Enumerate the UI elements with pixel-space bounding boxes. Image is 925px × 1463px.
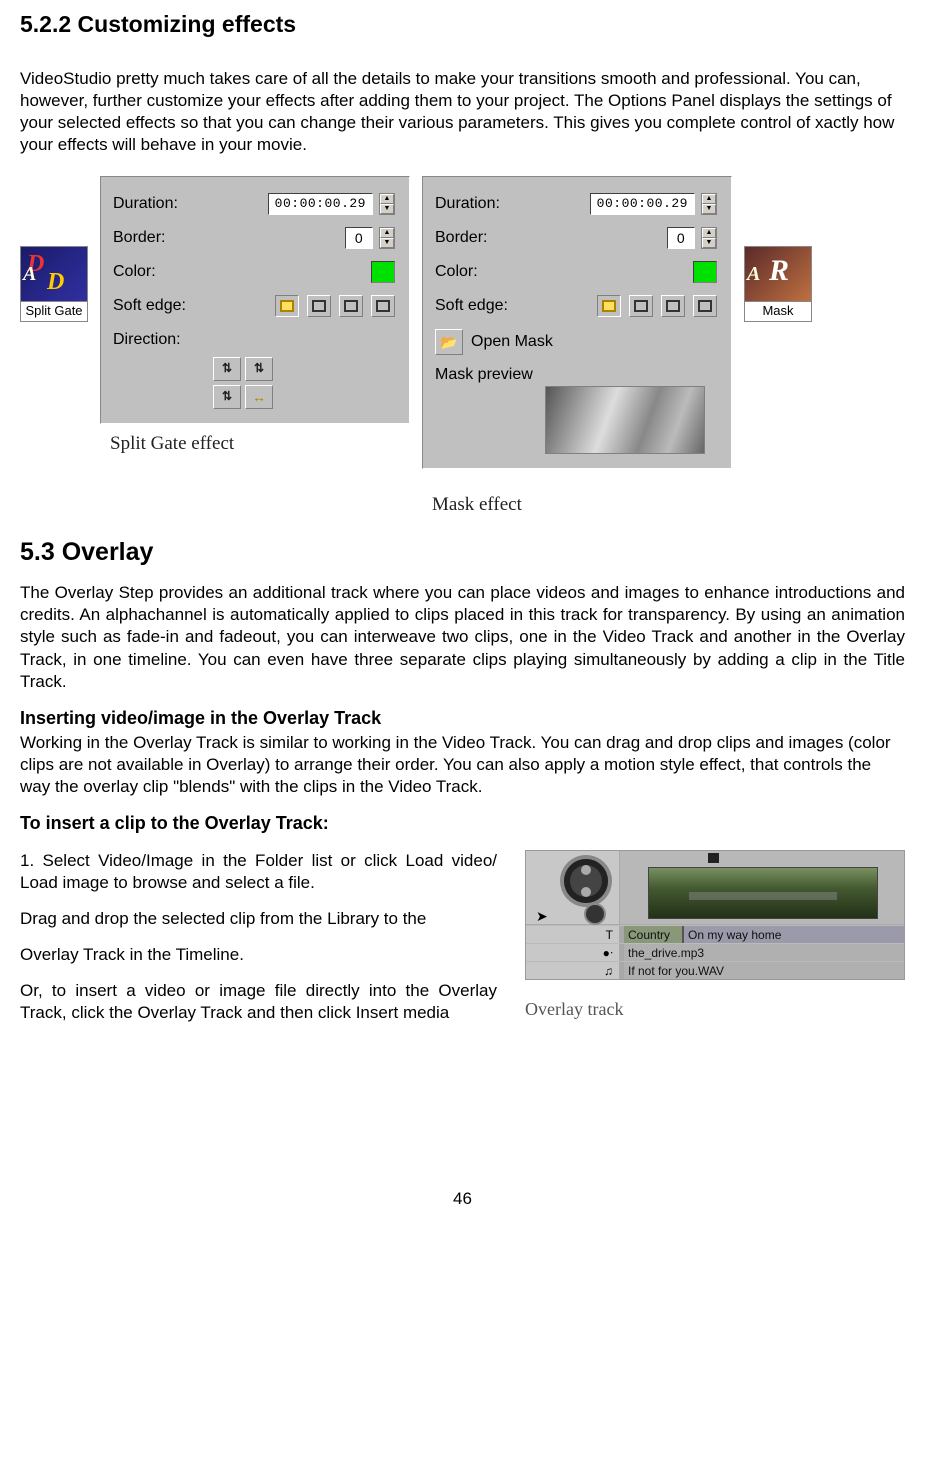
audio-track-row[interactable]: ●ᐧ the_drive.mp3 <box>526 943 904 961</box>
title-clip-b[interactable]: On my way home <box>684 926 904 943</box>
spinner-down-icon[interactable]: ▼ <box>380 204 394 214</box>
audio-track-icon: ●ᐧ <box>526 944 620 961</box>
duration-spinner[interactable]: ▲ ▼ <box>379 193 395 215</box>
color-swatch[interactable] <box>371 261 395 283</box>
film-reel-small-icon <box>586 905 604 923</box>
softedge-option-4[interactable] <box>693 295 717 317</box>
spinner-down-icon[interactable]: ▼ <box>702 238 716 248</box>
split-gate-caption: Split Gate effect <box>100 432 410 457</box>
duration-field[interactable]: 00:00:00.29 <box>268 193 373 215</box>
duration-label: Duration: <box>435 194 527 215</box>
title-track-icon: T <box>526 926 620 943</box>
title-clip-a[interactable]: Country <box>624 926 684 943</box>
duration-spinner[interactable]: ▲ ▼ <box>701 193 717 215</box>
music-clip[interactable]: If not for you.WAV <box>624 962 904 979</box>
softedge-option-1[interactable] <box>597 295 621 317</box>
border-label: Border: <box>435 228 527 249</box>
film-reel-icon <box>564 859 608 903</box>
para-5-3: The Overlay Step provides an additional … <box>20 582 905 692</box>
page-number: 46 <box>20 1188 905 1210</box>
direction-grid <box>213 357 395 409</box>
softedge-option-2[interactable] <box>307 295 331 317</box>
color-label: Color: <box>435 262 527 283</box>
sub-to-insert: To insert a clip to the Overlay Track: <box>20 812 905 835</box>
step-4: Or, to insert a video or image file dire… <box>20 980 497 1024</box>
color-label: Color: <box>113 262 205 283</box>
direction-label: Direction: <box>113 330 205 351</box>
open-mask-button[interactable]: 📂 <box>435 329 463 355</box>
music-track-icon: ♫ <box>526 962 620 979</box>
para-intro: VideoStudio pretty much takes care of al… <box>20 68 905 156</box>
softedge-option-2[interactable] <box>629 295 653 317</box>
border-spinner[interactable]: ▲ ▼ <box>379 227 395 249</box>
border-field[interactable]: 0 <box>345 227 373 249</box>
thumb-split-gate[interactable]: D D A Split Gate <box>20 246 88 322</box>
overlay-timeline: ➤ T Country On my way home <box>525 850 905 980</box>
step-2: Drag and drop the selected clip from the… <box>20 908 497 930</box>
thumb-split-gate-label: Split Gate <box>20 302 88 322</box>
softedge-option-4[interactable] <box>371 295 395 317</box>
direction-button-1[interactable] <box>213 357 241 381</box>
border-label: Border: <box>113 228 205 249</box>
step-3: Overlay Track in the Timeline. <box>20 944 497 966</box>
thumb-mask-label: Mask <box>744 302 812 322</box>
direction-button-4[interactable] <box>245 385 273 409</box>
audio-clip[interactable]: the_drive.mp3 <box>624 944 904 961</box>
mask-caption: Mask effect <box>422 493 732 518</box>
spinner-up-icon[interactable]: ▲ <box>702 228 716 238</box>
spinner-up-icon[interactable]: ▲ <box>380 194 394 204</box>
border-spinner[interactable]: ▲ ▼ <box>701 227 717 249</box>
spinner-down-icon[interactable]: ▼ <box>380 238 394 248</box>
split-gate-panel: Duration: 00:00:00.29 ▲ ▼ Border: 0 <box>100 176 410 424</box>
softedge-label: Soft edge: <box>113 296 205 317</box>
heading-5-3: 5.3 Overlay <box>20 536 905 569</box>
spinner-up-icon[interactable]: ▲ <box>702 194 716 204</box>
direction-button-3[interactable] <box>213 385 241 409</box>
playhead-handle-icon[interactable] <box>708 853 719 863</box>
video-clip-thumbnail[interactable] <box>648 867 878 919</box>
duration-label: Duration: <box>113 194 205 215</box>
insert-arrow-icon[interactable]: ➤ <box>536 907 548 925</box>
para-inserting: Working in the Overlay Track is similar … <box>20 732 905 798</box>
mask-preview-label: Mask preview <box>435 365 717 386</box>
spinner-up-icon[interactable]: ▲ <box>380 228 394 238</box>
softedge-option-3[interactable] <box>339 295 363 317</box>
heading-5-2-2: 5.2.2 Customizing effects <box>20 10 905 40</box>
open-mask-label: Open Mask <box>471 332 553 353</box>
timeline-ruler[interactable] <box>620 851 904 924</box>
effect-panels-row: D D A Split Gate Duration: 00:00:00.29 ▲… <box>20 176 905 517</box>
color-swatch[interactable] <box>693 261 717 283</box>
mask-panel: Duration: 00:00:00.29 ▲ ▼ Border: 0 <box>422 176 732 469</box>
title-track-row[interactable]: T Country On my way home <box>526 925 904 943</box>
thumb-split-gate-image: D D A <box>20 246 88 302</box>
spinner-down-icon[interactable]: ▼ <box>702 204 716 214</box>
thumb-mask[interactable]: R A Mask <box>744 246 812 322</box>
mask-preview-image <box>545 386 705 454</box>
softedge-option-3[interactable] <box>661 295 685 317</box>
step-1: 1. Select Video/Image in the Folder list… <box>20 850 497 894</box>
softedge-option-1[interactable] <box>275 295 299 317</box>
duration-field[interactable]: 00:00:00.29 <box>590 193 695 215</box>
overlay-track-caption: Overlay track <box>525 998 905 1021</box>
softedge-label: Soft edge: <box>435 296 527 317</box>
music-track-row[interactable]: ♫ If not for you.WAV <box>526 961 904 979</box>
direction-button-2[interactable] <box>245 357 273 381</box>
sub-inserting: Inserting video/image in the Overlay Tra… <box>20 707 905 730</box>
border-field[interactable]: 0 <box>667 227 695 249</box>
timeline-header-left: ➤ <box>526 851 620 924</box>
thumb-mask-image: R A <box>744 246 812 302</box>
